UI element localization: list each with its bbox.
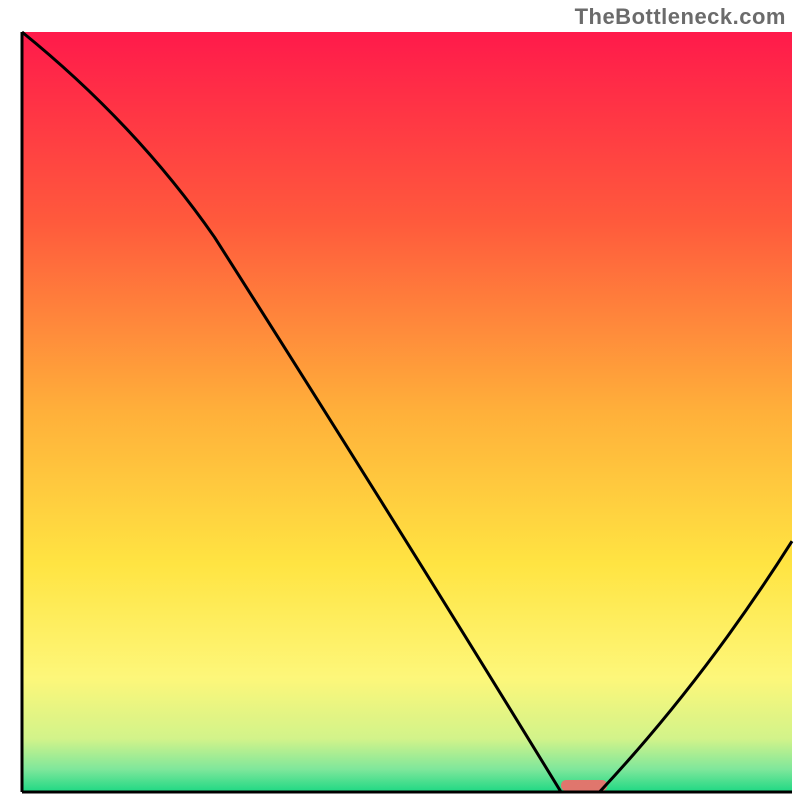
plot-background: [22, 32, 792, 792]
bottleneck-chart: [0, 0, 800, 800]
chart-container: TheBottleneck.com: [0, 0, 800, 800]
